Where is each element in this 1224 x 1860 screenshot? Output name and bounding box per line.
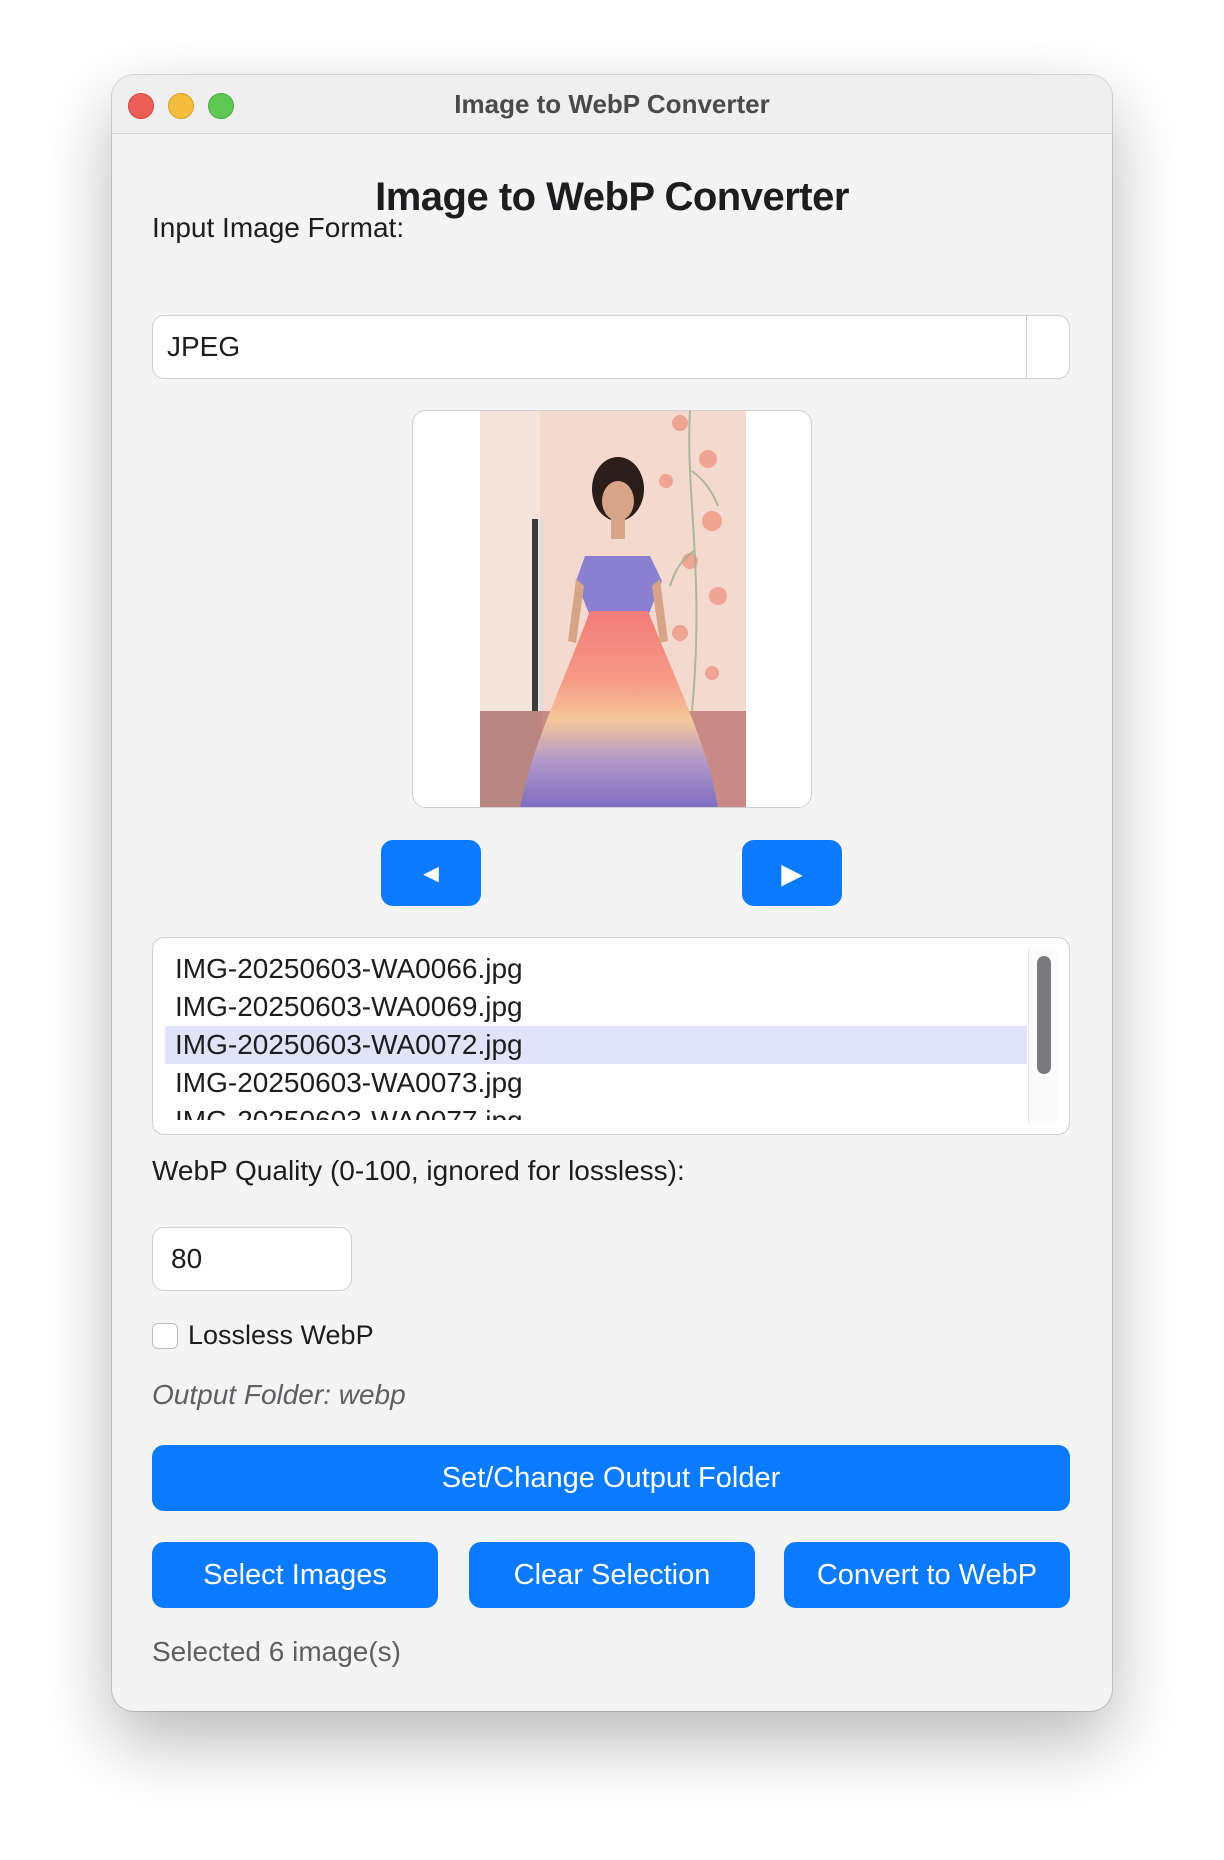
- scrollbar-thumb[interactable]: [1037, 956, 1051, 1074]
- list-item-selected[interactable]: IMG-20250603-WA0072.jpg: [165, 1026, 1027, 1064]
- status-text: Selected 6 image(s): [152, 1636, 402, 1667]
- clear-selection-button[interactable]: Clear Selection: [469, 1542, 755, 1608]
- image-preview: [412, 410, 812, 808]
- previous-image-button[interactable]: ◄: [381, 840, 481, 906]
- select-divider: [1026, 316, 1027, 378]
- input-format-value: JPEG: [167, 331, 241, 362]
- lossless-label[interactable]: Lossless WebP: [188, 1320, 374, 1351]
- input-format-select[interactable]: JPEG: [152, 315, 1070, 379]
- list-item[interactable]: IMG-20250603-WA0069.jpg: [165, 988, 1027, 1026]
- prev-arrow-icon: ◄: [418, 857, 444, 888]
- file-list-items[interactable]: IMG-20250603-WA0066.jpg IMG-20250603-WA0…: [165, 950, 1027, 1120]
- next-arrow-icon: ▶: [781, 857, 803, 889]
- quality-input[interactable]: [152, 1227, 352, 1291]
- file-list[interactable]: IMG-20250603-WA0066.jpg IMG-20250603-WA0…: [152, 937, 1070, 1135]
- preview-photo: [480, 411, 746, 807]
- list-item[interactable]: IMG-20250603-WA0066.jpg: [165, 950, 1027, 988]
- list-scrollbar[interactable]: [1028, 948, 1057, 1124]
- convert-to-webp-button[interactable]: Convert to WebP: [784, 1542, 1070, 1608]
- window-title: Image to WebP Converter: [454, 89, 770, 119]
- list-item[interactable]: IMG-20250603-WA0073.jpg: [165, 1064, 1027, 1102]
- set-output-folder-button[interactable]: Set/Change Output Folder: [152, 1445, 1070, 1511]
- next-image-button[interactable]: ▶: [742, 840, 842, 906]
- app-window: Image to WebP Converter Image to WebP Co…: [112, 75, 1112, 1711]
- output-folder-text: Output Folder: webp: [152, 1379, 406, 1410]
- list-item[interactable]: IMG-20250603-WA0077.jpg: [165, 1102, 1027, 1120]
- lossless-checkbox[interactable]: [152, 1323, 178, 1349]
- select-images-button[interactable]: Select Images: [152, 1542, 438, 1608]
- title-bar[interactable]: Image to WebP Converter: [112, 75, 1112, 134]
- input-format-label: Input Image Format:: [152, 212, 405, 243]
- quality-label: WebP Quality (0-100, ignored for lossles…: [152, 1155, 685, 1186]
